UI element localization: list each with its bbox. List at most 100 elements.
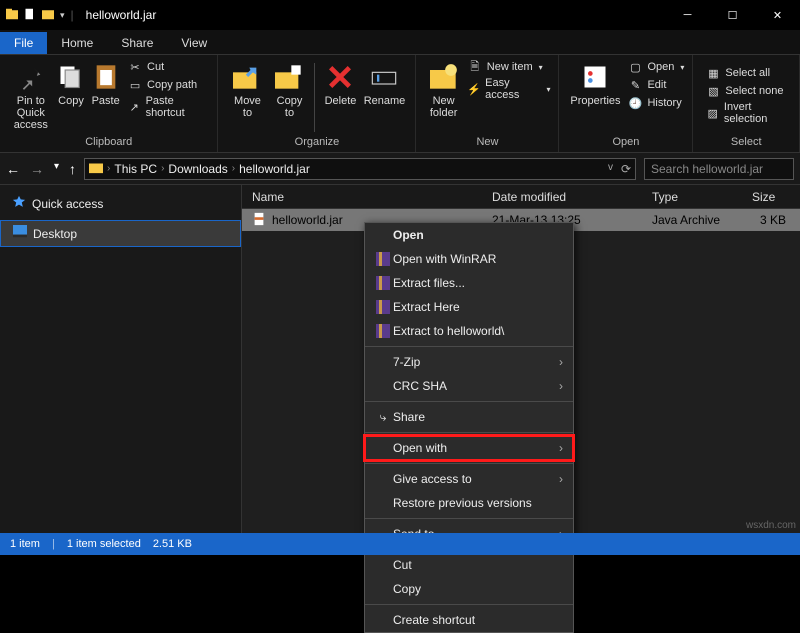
ctx-restore[interactable]: Restore previous versions [365, 491, 573, 515]
paste-shortcut-button[interactable]: ↗Paste shortcut [127, 95, 209, 119]
paste-button[interactable]: Paste [88, 59, 123, 107]
explorer-icon [42, 8, 54, 23]
tab-home[interactable]: Home [47, 32, 107, 54]
ribbon-tabs: File Home Share View [0, 30, 800, 55]
ctx-open[interactable]: Open [365, 223, 573, 247]
folder-icon [89, 160, 103, 177]
chevron-right-icon: › [559, 355, 563, 369]
new-item-button[interactable]: 🗎New item▾ [467, 59, 551, 75]
new-item-icon: 🗎 [467, 59, 483, 75]
copy-button[interactable]: Copy [54, 59, 89, 107]
ctx-cut[interactable]: Cut [365, 553, 573, 577]
delete-button[interactable]: Delete [319, 59, 361, 107]
status-selected: 1 item selected [67, 538, 141, 550]
shortcut-icon: ↗ [127, 99, 142, 115]
rename-button[interactable]: Rename [361, 59, 407, 107]
winrar-icon [373, 276, 393, 290]
search-input[interactable]: Search helloworld.jar [644, 158, 794, 180]
back-button[interactable]: ← [6, 161, 20, 177]
tab-file[interactable]: File [0, 32, 47, 54]
easy-access-button[interactable]: ⚡Easy access▾ [467, 77, 551, 101]
dropdown-icon[interactable]: ▾ [60, 10, 65, 21]
ctx-open-winrar[interactable]: Open with WinRAR [365, 247, 573, 271]
column-headers: Name Date modified Type Size [242, 185, 800, 209]
history-button[interactable]: 🕘History [627, 95, 684, 111]
select-all-button[interactable]: ▦Select all [705, 65, 791, 81]
sidebar-item-label: Desktop [33, 227, 77, 241]
properties-icon [579, 61, 611, 93]
up-button[interactable]: ↑ [69, 161, 76, 177]
breadcrumb-downloads[interactable]: Downloads [168, 162, 227, 176]
pin-quick-access-button[interactable]: Pin to Quick access [8, 59, 54, 131]
copy-path-button[interactable]: ▭Copy path [127, 77, 209, 93]
watermark: wsxdn.com [746, 520, 796, 531]
sidebar-item-quick-access[interactable]: Quick access [0, 191, 241, 216]
group-label-clipboard: Clipboard [8, 136, 209, 148]
chevron-right-icon: › [559, 472, 563, 486]
tab-view[interactable]: View [167, 32, 221, 54]
recent-dropdown[interactable]: ▾ [54, 161, 59, 177]
address-dropdown[interactable]: v [608, 162, 613, 176]
group-select: ▦Select all ▧Select none ▨Invert selecti… [693, 55, 800, 152]
refresh-button[interactable]: ⟳ [621, 162, 631, 176]
nav-bar: ← → ▾ ↑ › This PC › Downloads › hellowor… [0, 153, 800, 185]
pin-icon [15, 61, 47, 93]
ctx-copy[interactable]: Copy [365, 577, 573, 601]
column-type[interactable]: Type [642, 190, 742, 204]
delete-icon [324, 61, 356, 93]
ctx-extract-here[interactable]: Extract Here [365, 295, 573, 319]
group-label-open: Open [567, 136, 684, 148]
ctx-extract-to[interactable]: Extract to helloworld\ [365, 319, 573, 343]
ctx-give-access[interactable]: Give access to› [365, 467, 573, 491]
invert-icon: ▨ [705, 105, 720, 121]
easy-access-icon: ⚡ [467, 81, 481, 97]
move-to-button[interactable]: Move to [226, 59, 268, 119]
ctx-open-with[interactable]: Open with› [365, 436, 573, 460]
select-all-icon: ▦ [705, 65, 721, 81]
jar-file-icon [252, 212, 266, 229]
navigation-pane: Quick access Desktop [0, 185, 242, 533]
close-button[interactable]: ✕ [755, 0, 800, 30]
copy-to-button[interactable]: Copy to [268, 59, 310, 119]
share-icon: ⤷ [373, 410, 393, 425]
forward-button[interactable]: → [30, 161, 44, 177]
breadcrumb-current[interactable]: helloworld.jar [239, 162, 310, 176]
select-none-button[interactable]: ▧Select none [705, 83, 791, 99]
column-date[interactable]: Date modified [482, 190, 642, 204]
edit-icon: ✎ [627, 77, 643, 93]
file-type: Java Archive [642, 213, 742, 227]
ctx-crc-sha[interactable]: CRC SHA› [365, 374, 573, 398]
new-folder-button[interactable]: New folder [424, 59, 462, 119]
properties-button[interactable]: Properties [567, 59, 623, 107]
chevron-right-icon: › [559, 379, 563, 393]
title-bar: ▾ | helloworld.jar ─ ☐ ✕ [0, 0, 800, 30]
open-button[interactable]: ▢Open▾ [627, 59, 684, 75]
status-bar: 1 item | 1 item selected 2.51 KB [0, 533, 800, 555]
group-label-select: Select [701, 136, 791, 148]
chevron-right-icon: › [559, 441, 563, 455]
maximize-button[interactable]: ☐ [710, 0, 755, 30]
address-bar[interactable]: › This PC › Downloads › helloworld.jar v… [84, 158, 636, 180]
sidebar-item-desktop[interactable]: Desktop [0, 220, 241, 247]
cut-button[interactable]: ✂Cut [127, 59, 209, 75]
ribbon: Pin to Quick access Copy Paste ✂Cut ▭Cop… [0, 55, 800, 153]
sidebar-item-label: Quick access [32, 197, 103, 211]
ctx-create-shortcut[interactable]: Create shortcut [365, 608, 573, 632]
column-name[interactable]: Name [242, 190, 482, 204]
scissors-icon: ✂ [127, 59, 143, 75]
ctx-share[interactable]: ⤷Share [365, 405, 573, 429]
group-label-new: New [424, 136, 550, 148]
column-size[interactable]: Size [742, 190, 785, 204]
edit-button[interactable]: ✎Edit [627, 77, 684, 93]
winrar-icon [373, 252, 393, 266]
tab-share[interactable]: Share [107, 32, 167, 54]
file-small-icon [24, 8, 36, 23]
breadcrumb-this-pc[interactable]: This PC [114, 162, 157, 176]
ctx-extract-files[interactable]: Extract files... [365, 271, 573, 295]
desktop-icon [13, 225, 27, 242]
folder-icon [6, 8, 18, 23]
invert-selection-button[interactable]: ▨Invert selection [705, 101, 791, 125]
paste-icon [90, 61, 122, 93]
ctx-7zip[interactable]: 7-Zip› [365, 350, 573, 374]
minimize-button[interactable]: ─ [665, 0, 710, 30]
